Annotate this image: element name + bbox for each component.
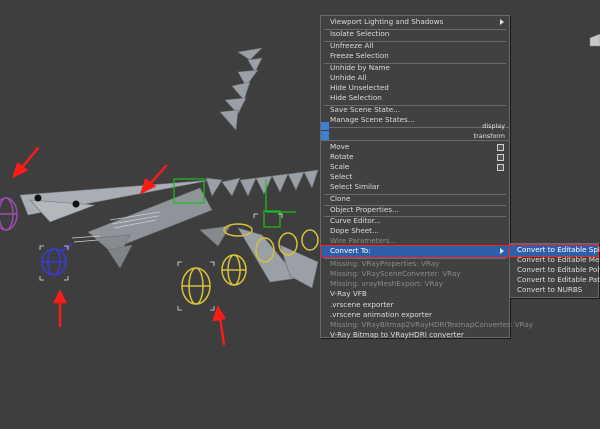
menu-item-unhide-by-name[interactable]: Unhide by Name — [321, 63, 509, 74]
menu-item-label: Missing: VRayBitmap2VRayHDRITexmapConver… — [330, 320, 534, 329]
menu-item-convert-editable-mesh[interactable]: Convert to Editable Mesh — [510, 255, 600, 266]
menu-item-label: Viewport Lighting and Shadows — [330, 17, 444, 26]
menu-item-vray-bitmap-converter[interactable]: V-Ray Bitmap to VRayHDRI converter — [321, 330, 509, 341]
menu-item-convert-editable-spline[interactable]: Convert to Editable Spline — [509, 244, 600, 257]
menu-item-missing-vraybitmap-converter: Missing: VRayBitmap2VRayHDRITexmapConver… — [321, 320, 533, 331]
menu-item-label: Select Similar — [330, 182, 380, 191]
bone-segment — [237, 47, 263, 61]
menu-item-label: Convert to Editable Poly — [517, 265, 600, 274]
menu-item-label: Object Properties... — [330, 205, 399, 214]
menu-item-label: V-Ray Bitmap to VRayHDRI converter — [330, 330, 464, 339]
menu-item-vrscene-animation-exporter[interactable]: .vrscene animation exporter — [321, 310, 509, 321]
menu-item-label: Convert to Editable Patch — [517, 275, 600, 284]
menu-item-move[interactable]: Move — [321, 142, 509, 153]
red-arrow — [218, 316, 226, 346]
menu-item-label: Clone — [330, 194, 351, 203]
quad-indicator-display[interactable] — [321, 122, 329, 130]
menu-item-label: Convert to Editable Spline — [517, 245, 600, 254]
joint-dot — [34, 194, 42, 202]
menu-item-missing-vrayscene-converter: Missing: VRaySceneConverter: VRay — [321, 269, 509, 280]
menu-item-isolate-selection[interactable]: Isolate Selection — [321, 29, 509, 40]
menu-item-rotate[interactable]: Rotate — [321, 152, 509, 163]
menu-item-vray-vfb[interactable]: V-Ray VFB — [321, 289, 509, 300]
menu-item-label: Select — [330, 172, 353, 181]
menu-item-label: Scale — [330, 162, 350, 171]
menu-item-label: Unhide by Name — [330, 63, 390, 72]
scene-canvas[interactable] — [0, 0, 600, 429]
submenu-arrow-icon — [500, 248, 504, 254]
menu-item-hide-unselected[interactable]: Hide Unselected — [321, 83, 509, 94]
quad-label-transform: transform — [473, 132, 505, 140]
menu-item-label: .vrscene exporter — [330, 300, 394, 309]
menu-item-label: V-Ray VFB — [330, 289, 367, 298]
menu-item-label: Curve Editor... — [330, 216, 381, 225]
menu-item-label: Missing: vrayMeshExport: VRay — [330, 279, 443, 288]
selection-brackets — [253, 213, 283, 218]
convert-to-submenu: Convert to Editable Spline Convert to Ed… — [509, 243, 600, 298]
quad-menu: Viewport Lighting and Shadows Isolate Se… — [320, 15, 533, 341]
viewcube-fragment — [589, 33, 600, 47]
menu-item-object-properties[interactable]: Object Properties... — [321, 205, 509, 216]
menu-item-dope-sheet[interactable]: Dope Sheet... — [321, 226, 509, 237]
joint-dot — [72, 200, 80, 208]
blue-bone — [41, 243, 73, 276]
menu-item-label: Hide Selection — [330, 93, 382, 102]
menu-item-label: .vrscene animation exporter — [330, 310, 432, 319]
menu-item-label: Freeze Selection — [330, 51, 389, 60]
menu-separator — [321, 127, 509, 128]
menu-item-missing-vraymeshexport: Missing: vrayMeshExport: VRay — [321, 279, 509, 290]
menu-item-hide-selection[interactable]: Hide Selection — [321, 93, 509, 104]
menu-item-scale[interactable]: Scale — [321, 162, 509, 173]
menu-item-label: Manage Scene States... — [330, 115, 415, 124]
menu-item-unhide-all[interactable]: Unhide All — [321, 73, 509, 84]
menu-item-convert-editable-patch[interactable]: Convert to Editable Patch — [510, 275, 600, 286]
quad-label-display: display — [482, 122, 505, 130]
menu-item-label: Convert To: — [330, 246, 371, 255]
viewport[interactable]: Viewport Lighting and Shadows Isolate Se… — [0, 0, 600, 429]
menu-item-label: Unhide All — [330, 73, 367, 82]
menu-item-convert-editable-poly[interactable]: Convert to Editable Poly — [510, 265, 600, 276]
menu-item-label: Unfreeze All — [330, 41, 374, 50]
menu-separator — [321, 140, 509, 141]
menu-item-label: Missing: VRaySceneConverter: VRay — [330, 269, 461, 278]
menu-item-label: Save Scene State... — [330, 105, 401, 114]
purple-bone — [0, 197, 18, 231]
quad-indicator-transform[interactable] — [321, 131, 329, 140]
menu-item-freeze-selection[interactable]: Freeze Selection — [321, 51, 509, 62]
menu-item-label: Wire Parameters... — [330, 236, 397, 245]
menu-item-label: Move — [330, 142, 350, 151]
menu-item-label: Missing: VRayProperties: VRay — [330, 259, 440, 268]
menu-item-viewport-lighting[interactable]: Viewport Lighting and Shadows — [321, 17, 509, 28]
menu-item-save-scene-state[interactable]: Save Scene State... — [321, 105, 509, 116]
menu-item-select[interactable]: Select — [321, 172, 509, 183]
menu-item-select-similar[interactable]: Select Similar — [321, 182, 509, 193]
menu-item-vrscene-exporter[interactable]: .vrscene exporter — [321, 300, 509, 311]
menu-item-manage-scene-states[interactable]: Manage Scene States... — [321, 115, 509, 126]
menu-item-label: Rotate — [330, 152, 354, 161]
submenu-arrow-icon — [500, 19, 504, 25]
menu-item-unfreeze-all[interactable]: Unfreeze All — [321, 41, 509, 52]
settings-box-icon[interactable] — [497, 154, 504, 161]
menu-item-label: Dope Sheet... — [330, 226, 379, 235]
settings-box-icon[interactable] — [497, 144, 504, 151]
menu-item-convert-nurbs[interactable]: Convert to NURBS — [510, 285, 598, 296]
menu-item-convert-to[interactable]: Convert To: — [320, 245, 510, 258]
settings-box-icon[interactable] — [497, 164, 504, 171]
menu-item-label: Isolate Selection — [330, 29, 390, 38]
menu-item-label: Hide Unselected — [330, 83, 389, 92]
menu-item-label: Convert to Editable Mesh — [517, 255, 600, 264]
menu-item-wire-parameters: Wire Parameters... — [321, 236, 509, 247]
pivot-box — [263, 210, 281, 228]
menu-item-missing-vrayproperties: Missing: VRayProperties: VRay — [321, 259, 509, 270]
menu-item-clone[interactable]: Clone — [321, 194, 509, 205]
menu-item-label: Convert to NURBS — [517, 285, 583, 294]
menu-item-curve-editor[interactable]: Curve Editor... — [321, 216, 509, 227]
